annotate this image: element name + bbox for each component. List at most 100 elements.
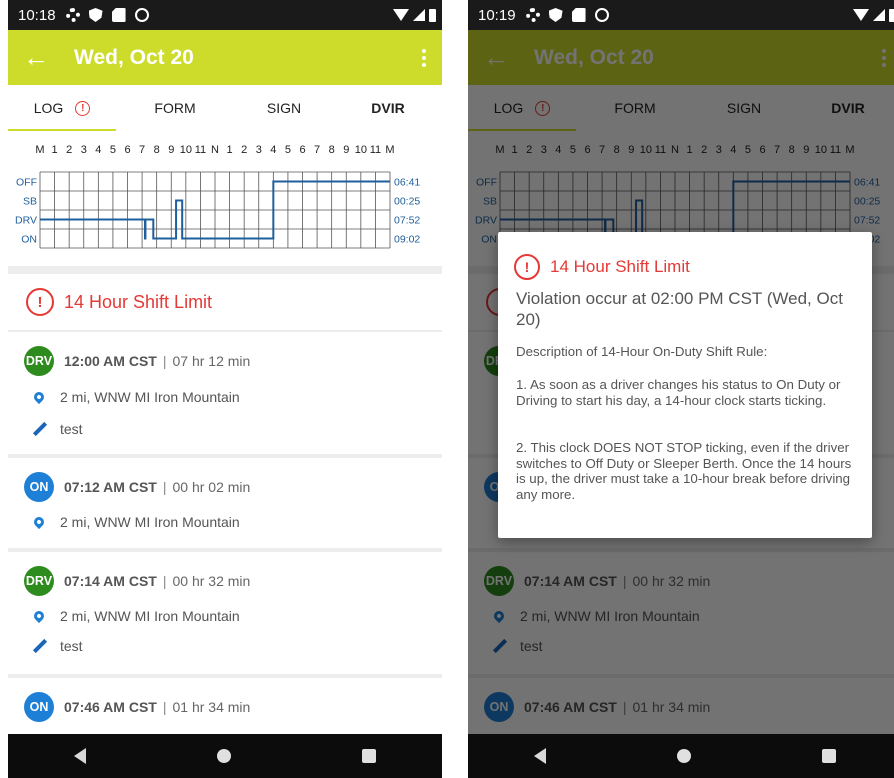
row-total: 07:52 — [394, 215, 420, 227]
battery-icon — [429, 8, 436, 22]
nav-home-icon[interactable] — [676, 749, 691, 763]
settings-icon — [525, 8, 540, 22]
nav-back-icon[interactable] — [533, 748, 546, 764]
nav-recents-icon[interactable] — [822, 749, 837, 763]
status-bar: 10:18 — [8, 0, 442, 30]
tab-dvir[interactable]: DVIR — [334, 85, 442, 131]
log-entry[interactable]: ON 07:46 AM CST | 01 hr 34 min — [8, 678, 442, 738]
hour-tick-label: 4 — [270, 144, 276, 156]
entry-header: DRV 07:14 AM CST | 00 hr 32 min — [24, 566, 250, 596]
hour-tick-label: 8 — [329, 144, 335, 156]
sd-card-icon — [571, 8, 586, 22]
location-text: 2 mi, WNW MI Iron Mountain — [60, 514, 240, 530]
system-nav-bar — [468, 734, 894, 778]
alert-icon: ! — [26, 288, 54, 316]
wifi-icon — [393, 9, 409, 21]
status-badge: ON — [24, 692, 54, 722]
entry-time: 12:00 AM CST — [64, 353, 157, 369]
entry-location: 2 mi, WNW MI Iron Mountain — [24, 608, 240, 624]
hour-tick-label: 10 — [355, 144, 367, 156]
entry-note: test — [24, 638, 83, 654]
entry-location: 2 mi, WNW MI Iron Mountain — [24, 514, 240, 530]
row-total: 06:41 — [394, 177, 420, 189]
note-text: test — [60, 638, 83, 654]
at-icon — [594, 8, 609, 22]
hour-tick-label: 4 — [95, 144, 101, 156]
entry-duration: 01 hr 34 min — [172, 699, 251, 715]
location-text: 2 mi, WNW MI Iron Mountain — [60, 608, 240, 624]
battery-icon — [889, 8, 894, 22]
hour-tick-label: 5 — [110, 144, 116, 156]
rule-description-heading: Description of 14-Hour On-Duty Shift Rul… — [516, 344, 768, 359]
hour-tick-label: 3 — [81, 144, 87, 156]
hour-tick-label: 3 — [256, 144, 262, 156]
more-options-icon[interactable] — [422, 48, 426, 67]
row-total: 00:25 — [394, 196, 420, 208]
cell-signal-icon — [873, 9, 885, 21]
log-entry[interactable]: DRV 12:00 AM CST | 07 hr 12 min 2 mi, WN… — [8, 332, 442, 454]
back-arrow-icon[interactable]: ← — [8, 42, 64, 73]
tab-sign-label: SIGN — [266, 100, 302, 116]
row-total: 09:02 — [394, 234, 420, 246]
wifi-icon — [853, 9, 869, 21]
tab-dvir-label: DVIR — [371, 100, 405, 116]
dialog-title-row: ! 14 Hour Shift Limit — [514, 254, 690, 280]
location-text: 2 mi, WNW MI Iron Mountain — [60, 389, 240, 405]
entry-time: 07:12 AM CST — [64, 479, 157, 495]
hour-tick-label: 10 — [180, 144, 192, 156]
tab-log[interactable]: LOG ! — [8, 85, 116, 131]
row-label: DRV — [15, 215, 37, 227]
alert-icon: ! — [75, 100, 91, 116]
note-text: test — [60, 421, 83, 437]
dialog-title: 14 Hour Shift Limit — [550, 257, 690, 276]
app-bar: ← Wed, Oct 20 — [8, 30, 442, 85]
hour-tick-label: 5 — [285, 144, 291, 156]
rule-description-point-2: 2. This clock DOES NOT STOP ticking, eve… — [516, 440, 852, 502]
hour-tick-label: 9 — [343, 144, 349, 156]
cell-signal-icon — [413, 9, 425, 21]
row-label: OFF — [16, 177, 37, 189]
separator: | — [162, 573, 167, 589]
tab-form-label: FORM — [154, 100, 196, 116]
sd-card-icon — [111, 8, 126, 22]
hour-tick-label: 11 — [370, 144, 381, 156]
status-bar: 10:19 — [468, 0, 894, 30]
nav-home-icon[interactable] — [216, 749, 231, 763]
entry-duration: 07 hr 12 min — [172, 353, 251, 369]
status-time: 10:18 — [18, 6, 56, 24]
nav-back-icon[interactable] — [73, 748, 86, 764]
shield-icon — [548, 8, 563, 22]
hour-tick-label: 6 — [299, 144, 305, 156]
duty-graph-svg: M1234567891011N1234567891011MOFF06:41SB0… — [15, 144, 420, 249]
tab-form[interactable]: FORM — [116, 85, 234, 131]
hour-tick-label: 8 — [154, 144, 160, 156]
hour-tick-label: 2 — [66, 144, 72, 156]
at-icon — [134, 8, 149, 22]
row-label: ON — [21, 234, 37, 246]
violation-time-text: Violation occur at 02:00 PM CST (Wed, Oc… — [516, 289, 843, 329]
entry-location: 2 mi, WNW MI Iron Mountain — [24, 389, 240, 405]
shield-icon — [88, 8, 103, 22]
entry-header: ON 07:12 AM CST | 00 hr 02 min — [24, 472, 250, 502]
violation-title: 14 Hour Shift Limit — [64, 291, 213, 312]
nav-recents-icon[interactable] — [362, 749, 377, 763]
location-pin-icon — [31, 514, 47, 530]
phone-screen-dialog: 10:19 ← Wed, Oct 20 LOG ! FORM SIGN DVIR… — [468, 0, 894, 778]
system-nav-bar — [8, 734, 442, 778]
status-badge: ON — [24, 472, 54, 502]
tab-log-label: LOG — [33, 100, 64, 116]
status-badge: DRV — [24, 346, 54, 376]
log-entry[interactable]: DRV 07:14 AM CST | 00 hr 32 min 2 mi, WN… — [8, 552, 442, 674]
hour-tick-label: 11 — [195, 144, 206, 156]
log-entry[interactable]: ON 07:12 AM CST | 00 hr 02 min 2 mi, WNW… — [8, 458, 442, 548]
hour-tick-label: 7 — [139, 144, 145, 156]
violation-dialog: ! 14 Hour Shift Limit Violation occur at… — [498, 232, 872, 538]
violation-row[interactable]: ! 14 Hour Shift Limit — [8, 274, 442, 330]
tab-sign[interactable]: SIGN — [234, 85, 334, 131]
settings-icon — [65, 8, 80, 22]
entry-time: 07:46 AM CST — [64, 699, 157, 715]
location-pin-icon — [31, 389, 47, 405]
page-title: Wed, Oct 20 — [74, 45, 194, 69]
entry-note: test — [24, 421, 83, 437]
location-pin-icon — [31, 608, 47, 624]
